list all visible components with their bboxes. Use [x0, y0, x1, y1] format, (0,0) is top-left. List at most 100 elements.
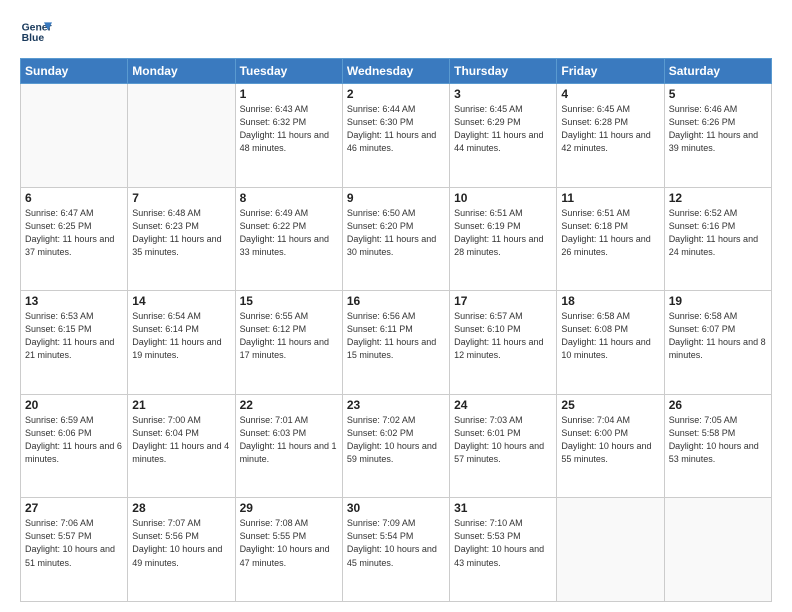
calendar-cell: 18 Sunrise: 6:58 AMSunset: 6:08 PMDayligh…: [557, 291, 664, 395]
calendar-cell: 9 Sunrise: 6:50 AMSunset: 6:20 PMDaylight…: [342, 187, 449, 291]
day-info: Sunrise: 7:08 AMSunset: 5:55 PMDaylight:…: [240, 517, 338, 569]
calendar-cell: 1 Sunrise: 6:43 AMSunset: 6:32 PMDaylight…: [235, 84, 342, 188]
weekday-header-tuesday: Tuesday: [235, 59, 342, 84]
calendar-cell: [21, 84, 128, 188]
day-number: 2: [347, 87, 445, 101]
calendar-week-3: 13 Sunrise: 6:53 AMSunset: 6:15 PMDayligh…: [21, 291, 772, 395]
calendar-cell: 28Sunrise: 7:07 AMSunset: 5:56 PMDayligh…: [128, 498, 235, 602]
calendar-cell: 8 Sunrise: 6:49 AMSunset: 6:22 PMDaylight…: [235, 187, 342, 291]
day-number: 24: [454, 398, 552, 412]
calendar-cell: 25 Sunrise: 7:04 AMSunset: 6:00 PMDayligh…: [557, 394, 664, 498]
day-info: Sunrise: 6:54 AMSunset: 6:14 PMDaylight:…: [132, 310, 230, 362]
day-info: Sunrise: 7:05 AMSunset: 5:58 PMDaylight:…: [669, 414, 767, 466]
calendar-cell: 7Sunrise: 6:48 AMSunset: 6:23 PMDaylight…: [128, 187, 235, 291]
calendar-cell: 24 Sunrise: 7:03 AMSunset: 6:01 PMDayligh…: [450, 394, 557, 498]
day-number: 5: [669, 87, 767, 101]
day-number: 16: [347, 294, 445, 308]
day-info: Sunrise: 6:53 AMSunset: 6:15 PMDaylight:…: [25, 310, 123, 362]
day-info: Sunrise: 6:59 AMSunset: 6:06 PMDaylight:…: [25, 414, 123, 466]
day-info: Sunrise: 7:09 AMSunset: 5:54 PMDaylight:…: [347, 517, 445, 569]
calendar-cell: 26 Sunrise: 7:05 AMSunset: 5:58 PMDayligh…: [664, 394, 771, 498]
day-number: 31: [454, 501, 552, 515]
calendar-week-5: 27 Sunrise: 7:06 AMSunset: 5:57 PMDayligh…: [21, 498, 772, 602]
day-number: 18: [561, 294, 659, 308]
header: General Blue: [20, 16, 772, 48]
day-number: 6: [25, 191, 123, 205]
calendar-cell: 15 Sunrise: 6:55 AMSunset: 6:12 PMDayligh…: [235, 291, 342, 395]
weekday-header-sunday: Sunday: [21, 59, 128, 84]
calendar-cell: [557, 498, 664, 602]
calendar-cell: 13 Sunrise: 6:53 AMSunset: 6:15 PMDayligh…: [21, 291, 128, 395]
weekday-header-friday: Friday: [557, 59, 664, 84]
calendar-cell: 21 Sunrise: 7:00 AMSunset: 6:04 PMDayligh…: [128, 394, 235, 498]
day-info: Sunrise: 6:47 AMSunset: 6:25 PMDaylight:…: [25, 207, 123, 259]
calendar-cell: 31 Sunrise: 7:10 AMSunset: 5:53 PMDayligh…: [450, 498, 557, 602]
day-number: 7: [132, 191, 230, 205]
weekday-header-monday: Monday: [128, 59, 235, 84]
calendar-cell: 16 Sunrise: 6:56 AMSunset: 6:11 PMDayligh…: [342, 291, 449, 395]
day-info: Sunrise: 6:45 AMSunset: 6:28 PMDaylight:…: [561, 103, 659, 155]
calendar-cell: 23 Sunrise: 7:02 AMSunset: 6:02 PMDayligh…: [342, 394, 449, 498]
day-number: 12: [669, 191, 767, 205]
calendar-cell: 19Sunrise: 6:58 AMSunset: 6:07 PMDayligh…: [664, 291, 771, 395]
day-number: 14: [132, 294, 230, 308]
calendar-cell: 12 Sunrise: 6:52 AMSunset: 6:16 PMDayligh…: [664, 187, 771, 291]
calendar-cell: 11Sunrise: 6:51 AMSunset: 6:18 PMDayligh…: [557, 187, 664, 291]
day-info: Sunrise: 7:06 AMSunset: 5:57 PMDaylight:…: [25, 517, 123, 569]
day-info: Sunrise: 6:45 AMSunset: 6:29 PMDaylight:…: [454, 103, 552, 155]
day-number: 3: [454, 87, 552, 101]
day-info: Sunrise: 6:58 AMSunset: 6:07 PMDaylight:…: [669, 310, 767, 362]
weekday-header-thursday: Thursday: [450, 59, 557, 84]
day-number: 11: [561, 191, 659, 205]
calendar-cell: 5Sunrise: 6:46 AMSunset: 6:26 PMDaylight…: [664, 84, 771, 188]
calendar-table: SundayMondayTuesdayWednesdayThursdayFrid…: [20, 58, 772, 602]
day-number: 8: [240, 191, 338, 205]
calendar-week-1: 1 Sunrise: 6:43 AMSunset: 6:32 PMDaylight…: [21, 84, 772, 188]
logo-icon: General Blue: [20, 16, 52, 48]
calendar-cell: [128, 84, 235, 188]
day-info: Sunrise: 6:44 AMSunset: 6:30 PMDaylight:…: [347, 103, 445, 155]
day-number: 26: [669, 398, 767, 412]
calendar-cell: 6 Sunrise: 6:47 AMSunset: 6:25 PMDaylight…: [21, 187, 128, 291]
calendar-cell: 4 Sunrise: 6:45 AMSunset: 6:28 PMDaylight…: [557, 84, 664, 188]
day-info: Sunrise: 6:50 AMSunset: 6:20 PMDaylight:…: [347, 207, 445, 259]
day-number: 30: [347, 501, 445, 515]
calendar-week-2: 6 Sunrise: 6:47 AMSunset: 6:25 PMDaylight…: [21, 187, 772, 291]
day-number: 1: [240, 87, 338, 101]
day-info: Sunrise: 6:49 AMSunset: 6:22 PMDaylight:…: [240, 207, 338, 259]
day-number: 27: [25, 501, 123, 515]
day-number: 17: [454, 294, 552, 308]
day-number: 22: [240, 398, 338, 412]
weekday-header-wednesday: Wednesday: [342, 59, 449, 84]
day-info: Sunrise: 6:57 AMSunset: 6:10 PMDaylight:…: [454, 310, 552, 362]
day-info: Sunrise: 6:52 AMSunset: 6:16 PMDaylight:…: [669, 207, 767, 259]
day-info: Sunrise: 6:58 AMSunset: 6:08 PMDaylight:…: [561, 310, 659, 362]
page: General Blue SundayMondayTuesdayWednesda…: [0, 0, 792, 612]
day-number: 28: [132, 501, 230, 515]
day-number: 13: [25, 294, 123, 308]
day-number: 20: [25, 398, 123, 412]
logo: General Blue: [20, 16, 52, 48]
day-number: 15: [240, 294, 338, 308]
day-number: 9: [347, 191, 445, 205]
day-number: 4: [561, 87, 659, 101]
calendar-cell: 2 Sunrise: 6:44 AMSunset: 6:30 PMDaylight…: [342, 84, 449, 188]
calendar-cell: 20 Sunrise: 6:59 AMSunset: 6:06 PMDayligh…: [21, 394, 128, 498]
svg-text:Blue: Blue: [22, 33, 45, 44]
day-info: Sunrise: 7:00 AMSunset: 6:04 PMDaylight:…: [132, 414, 230, 466]
day-info: Sunrise: 7:02 AMSunset: 6:02 PMDaylight:…: [347, 414, 445, 466]
day-info: Sunrise: 7:10 AMSunset: 5:53 PMDaylight:…: [454, 517, 552, 569]
day-number: 23: [347, 398, 445, 412]
day-info: Sunrise: 6:56 AMSunset: 6:11 PMDaylight:…: [347, 310, 445, 362]
calendar-cell: [664, 498, 771, 602]
day-info: Sunrise: 7:03 AMSunset: 6:01 PMDaylight:…: [454, 414, 552, 466]
calendar-cell: 30 Sunrise: 7:09 AMSunset: 5:54 PMDayligh…: [342, 498, 449, 602]
day-number: 21: [132, 398, 230, 412]
calendar-cell: 10Sunrise: 6:51 AMSunset: 6:19 PMDayligh…: [450, 187, 557, 291]
calendar-cell: 22Sunrise: 7:01 AMSunset: 6:03 PMDayligh…: [235, 394, 342, 498]
day-info: Sunrise: 6:55 AMSunset: 6:12 PMDaylight:…: [240, 310, 338, 362]
day-number: 25: [561, 398, 659, 412]
day-info: Sunrise: 7:04 AMSunset: 6:00 PMDaylight:…: [561, 414, 659, 466]
weekday-header-row: SundayMondayTuesdayWednesdayThursdayFrid…: [21, 59, 772, 84]
day-info: Sunrise: 6:43 AMSunset: 6:32 PMDaylight:…: [240, 103, 338, 155]
